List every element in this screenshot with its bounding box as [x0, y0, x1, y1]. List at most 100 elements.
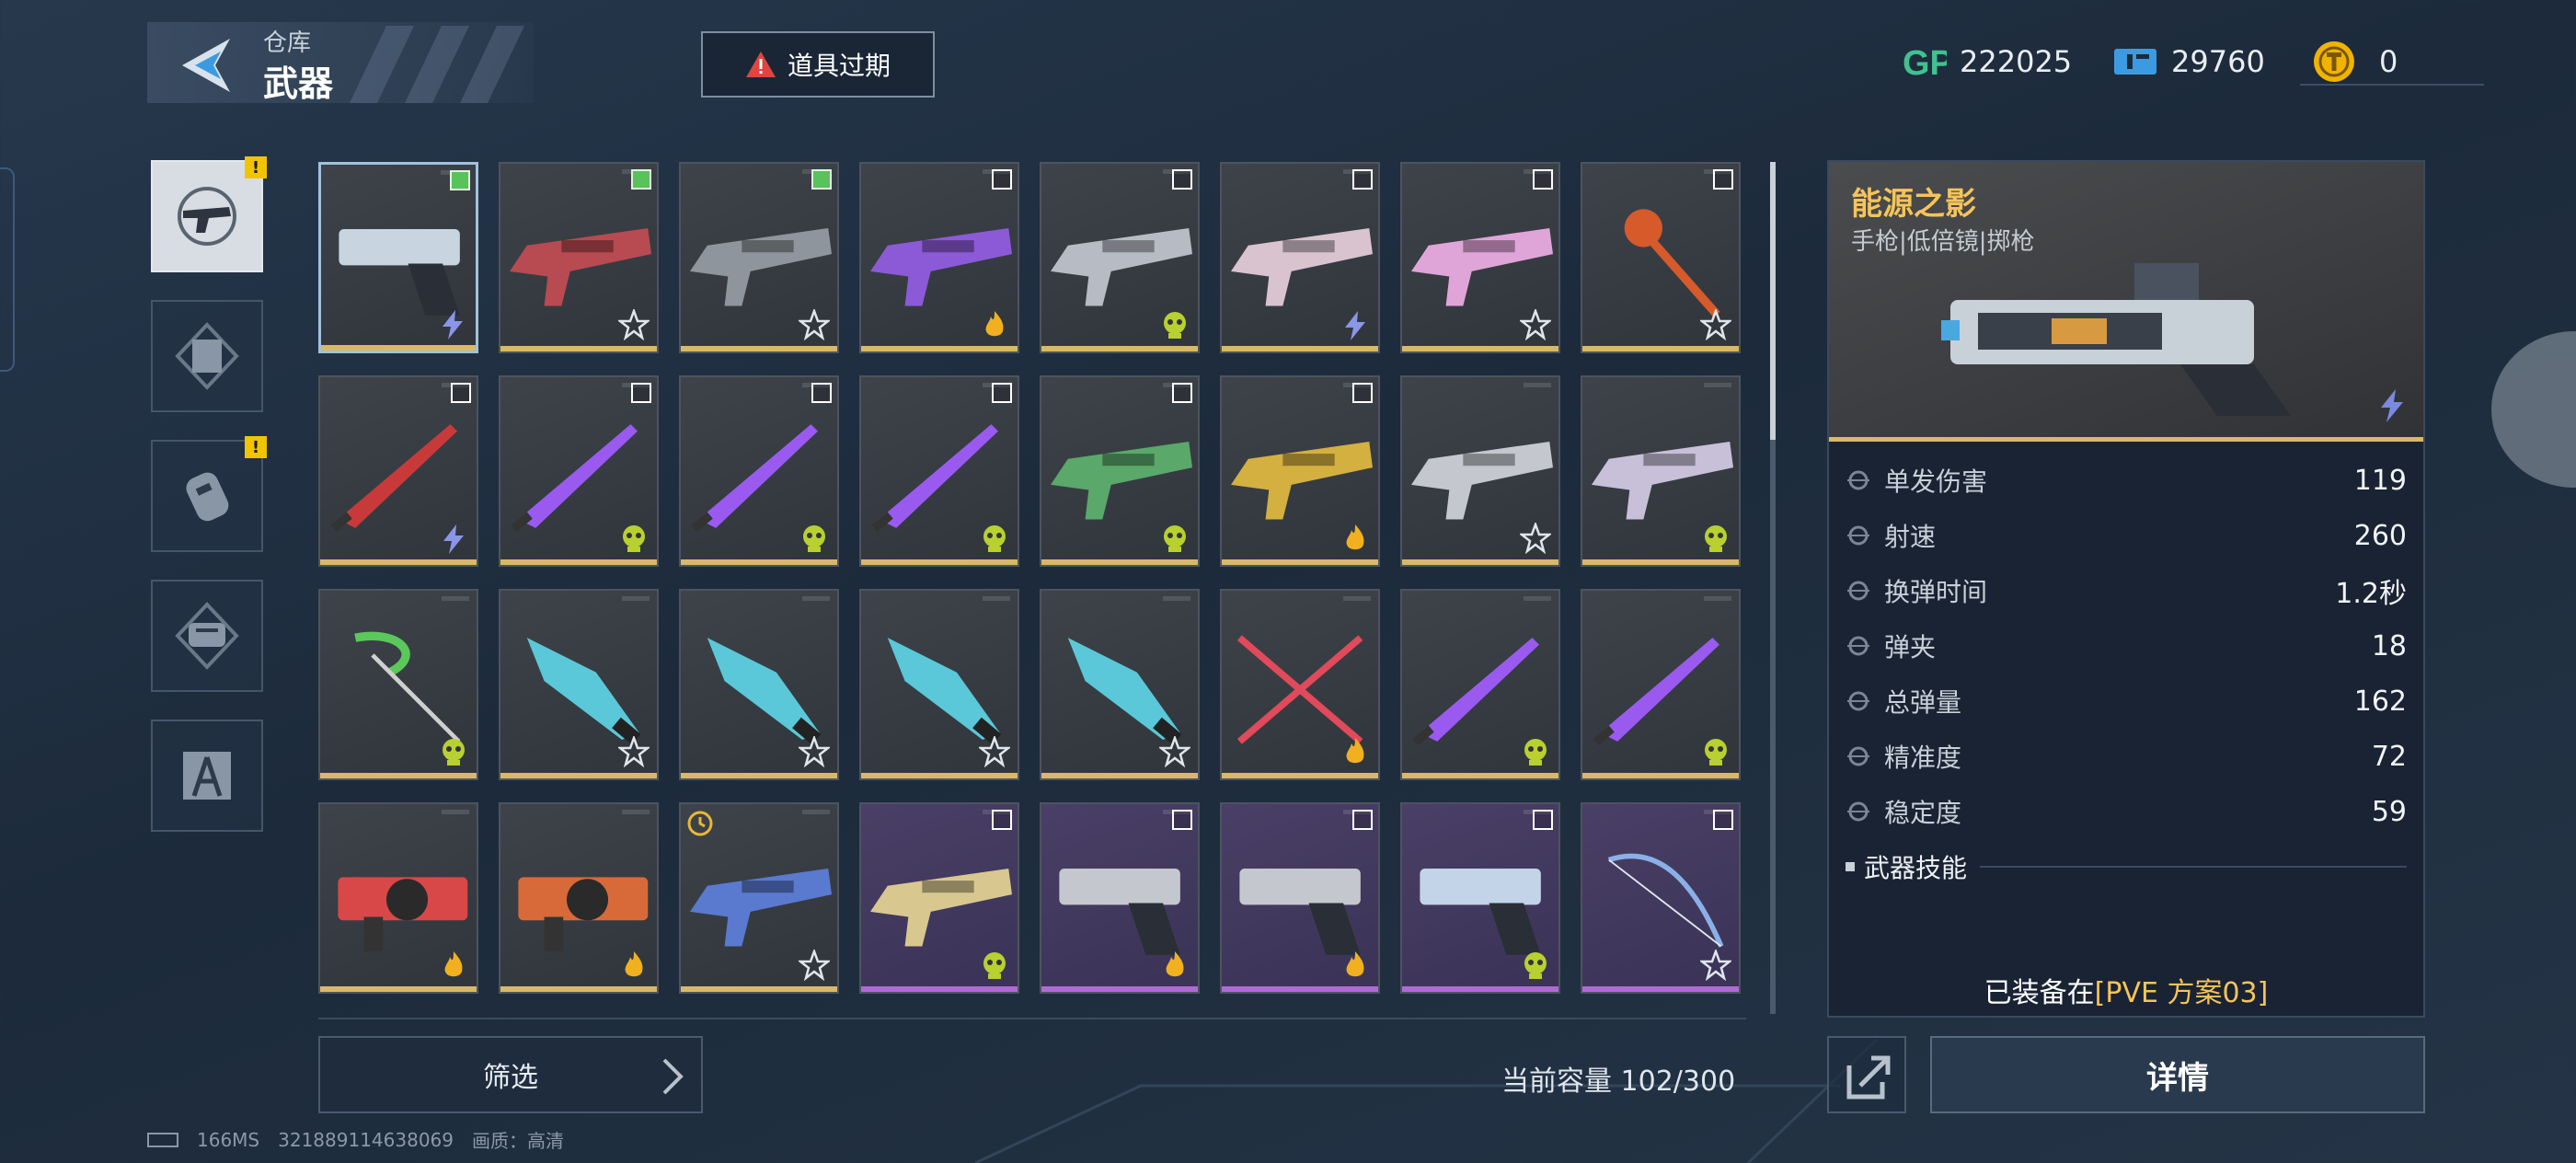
select-checkbox[interactable] [1713, 810, 1733, 830]
scrollbar-thumb[interactable] [1770, 162, 1776, 440]
weapon-card[interactable] [679, 162, 839, 353]
expired-items-button[interactable]: 道具过期 [701, 31, 935, 98]
pistol-icon [1420, 868, 1541, 955]
star-icon [1520, 309, 1551, 340]
filter-button[interactable]: 筛选 [318, 1036, 703, 1113]
weapon-card[interactable] [318, 162, 478, 353]
weapon-card[interactable] [859, 802, 1019, 994]
weapon-card[interactable] [1220, 589, 1380, 780]
weapon-card[interactable] [679, 802, 839, 994]
select-checkbox[interactable] [992, 169, 1012, 190]
weapon-card[interactable] [318, 375, 478, 567]
weapon-card[interactable] [318, 802, 478, 994]
category-melee[interactable] [151, 580, 263, 692]
toxic-icon [1164, 525, 1186, 552]
equipped-info: 已装备在[PVE 方案03] [1829, 970, 2423, 1010]
rarity-bar [1402, 773, 1558, 778]
category-tools[interactable] [151, 720, 263, 832]
weapon-card[interactable] [499, 802, 659, 994]
weapon-card[interactable] [1040, 162, 1200, 353]
blade-icon [1593, 638, 1719, 746]
category-grenade[interactable]: ! [151, 436, 267, 552]
select-checkbox[interactable] [1172, 169, 1192, 190]
weapon-card[interactable] [318, 589, 478, 780]
rarity-bar [861, 773, 1018, 778]
weapon-card[interactable] [1400, 162, 1560, 353]
armor-icon [175, 322, 239, 390]
weapon-card[interactable] [679, 375, 839, 567]
select-checkbox[interactable] [1533, 169, 1553, 190]
equipped-plan: [PVE 方案03] [2094, 977, 2269, 1009]
weapon-card[interactable] [1040, 589, 1200, 780]
weapon-card[interactable] [1400, 589, 1560, 780]
weapon-card[interactable] [1220, 375, 1380, 567]
ammo-icon [1847, 691, 1869, 711]
pistol-icon [1239, 868, 1361, 955]
floating-assistant-ball[interactable] [2491, 331, 2576, 488]
rifle-icon [1592, 441, 1733, 520]
weapon-card[interactable] [1400, 802, 1560, 994]
select-checkbox[interactable] [450, 170, 470, 190]
rifle-icon [1051, 227, 1192, 306]
capacity-text: 当前容量 102/300 [1501, 1065, 1736, 1098]
rarity-bar [681, 986, 837, 992]
select-checkbox[interactable] [631, 169, 651, 190]
card-tag [1163, 596, 1190, 601]
left-edge-tab[interactable] [0, 167, 15, 372]
weapon-card[interactable] [1040, 375, 1200, 567]
toxic-icon [1524, 739, 1547, 766]
weapon-card[interactable] [859, 162, 1019, 353]
select-checkbox[interactable] [1172, 810, 1192, 830]
select-checkbox[interactable] [1352, 169, 1373, 190]
weapon-card[interactable] [499, 589, 659, 780]
weapon-card[interactable] [1040, 802, 1200, 994]
weapon-card[interactable] [859, 375, 1019, 567]
select-checkbox[interactable] [1352, 383, 1373, 403]
weapon-card[interactable] [1400, 375, 1560, 567]
select-checkbox[interactable] [1352, 810, 1373, 830]
details-button[interactable]: 详情 [1930, 1036, 2425, 1113]
weapon-card[interactable] [1581, 802, 1741, 994]
select-checkbox[interactable] [992, 383, 1012, 403]
select-checkbox[interactable] [451, 383, 471, 403]
select-checkbox[interactable] [1172, 383, 1192, 403]
select-checkbox[interactable] [1533, 810, 1553, 830]
category-pistol[interactable]: ! [151, 156, 267, 272]
weapon-card[interactable] [499, 375, 659, 567]
select-checkbox[interactable] [631, 383, 651, 403]
fist-icon [175, 602, 239, 670]
select-checkbox[interactable] [811, 169, 832, 190]
select-checkbox[interactable] [992, 810, 1012, 830]
back-arrow-icon [182, 39, 230, 92]
fire-icon [444, 951, 463, 977]
rarity-bar [1402, 346, 1558, 351]
card-tag [1704, 383, 1731, 387]
page-title: 武器 [263, 63, 334, 104]
stat-label: 弹夹 [1884, 632, 1937, 662]
weapon-card[interactable] [1581, 162, 1741, 353]
weapon-card[interactable] [679, 589, 839, 780]
select-checkbox[interactable] [1713, 169, 1733, 190]
crossed-swords-icon [1236, 635, 1363, 744]
lightning-icon [1345, 311, 1365, 340]
category-armor[interactable] [151, 300, 263, 412]
share-button[interactable] [1827, 1036, 1906, 1113]
fire-icon [1346, 738, 1364, 764]
blade-icon [330, 424, 457, 533]
card-tag [983, 596, 1010, 601]
grenade-icon [186, 472, 229, 522]
weapon-card[interactable] [1220, 802, 1380, 994]
weapon-card[interactable] [859, 589, 1019, 780]
select-checkbox[interactable] [811, 383, 832, 403]
grid-scrollbar[interactable] [1770, 162, 1776, 1014]
weapon-card[interactable] [1581, 375, 1741, 567]
weapon-card[interactable] [499, 162, 659, 353]
fire-rate-icon [1847, 525, 1869, 546]
stat-label: 精准度 [1884, 743, 1962, 773]
weapon-card[interactable] [1220, 162, 1380, 353]
star-icon [618, 736, 650, 767]
gp-icon: GP [1901, 40, 1947, 84]
weapon-card[interactable] [1581, 589, 1741, 780]
back-button[interactable] [175, 33, 239, 98]
rarity-bar [1582, 986, 1739, 992]
